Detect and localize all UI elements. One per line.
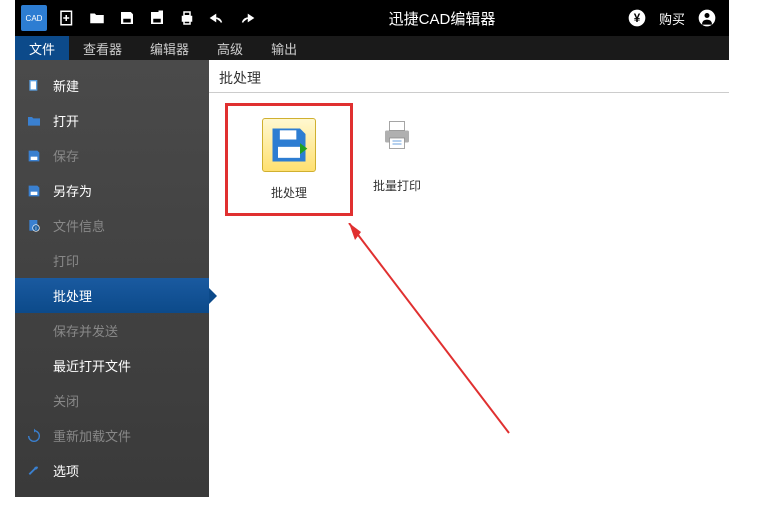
- redo-icon[interactable]: [233, 4, 261, 32]
- blank-icon: [25, 392, 43, 410]
- batch-save-icon: [262, 118, 316, 172]
- tabbar: 文件 查看器 编辑器 高级 输出: [15, 36, 729, 60]
- currency-icon[interactable]: ¥: [623, 4, 651, 32]
- sidebar-item-label: 关闭: [53, 391, 79, 410]
- user-icon[interactable]: [693, 4, 721, 32]
- sidebar-item-reload[interactable]: 重新加载文件: [15, 418, 209, 453]
- sidebar-item-label: 保存并发送: [53, 321, 118, 340]
- new-file-icon[interactable]: [53, 4, 81, 32]
- undo-icon[interactable]: [203, 4, 231, 32]
- sidebar-item-options[interactable]: 选项: [15, 453, 209, 488]
- sidebar-item-close[interactable]: 关闭: [15, 383, 209, 418]
- sidebar-item-label: 另存为: [53, 181, 92, 200]
- open-icon[interactable]: [83, 4, 111, 32]
- content-panel: 批处理 批处理 批量打印: [209, 60, 729, 497]
- content-title: 批处理: [209, 68, 729, 93]
- save-icon: [25, 147, 43, 165]
- quick-toolbar: [53, 4, 261, 32]
- sidebar: 新建 打开 保存 另存为 i 文件信息 打印: [15, 60, 209, 497]
- sidebar-item-recent[interactable]: 最近打开文件: [15, 348, 209, 383]
- wrench-icon: [25, 462, 43, 480]
- print-icon[interactable]: [173, 4, 201, 32]
- content-items: 批处理 批量打印: [209, 103, 729, 216]
- tab-editor[interactable]: 编辑器: [136, 36, 203, 60]
- sidebar-item-save-send[interactable]: 保存并发送: [15, 313, 209, 348]
- svg-text:i: i: [35, 226, 36, 232]
- file-info-icon: i: [25, 217, 43, 235]
- sidebar-item-label: 最近打开文件: [53, 356, 131, 375]
- save-as-icon: [25, 182, 43, 200]
- batch-print-icon: [379, 117, 415, 153]
- tab-advanced[interactable]: 高级: [203, 36, 257, 60]
- buy-link[interactable]: 购买: [659, 9, 685, 28]
- blank-icon: [25, 357, 43, 375]
- sidebar-item-new[interactable]: 新建: [15, 68, 209, 103]
- blank-icon: [25, 322, 43, 340]
- reload-icon: [25, 427, 43, 445]
- tab-file[interactable]: 文件: [15, 36, 69, 60]
- sidebar-item-open[interactable]: 打开: [15, 103, 209, 138]
- sidebar-item-batch[interactable]: 批处理: [15, 278, 209, 313]
- sidebar-item-file-info[interactable]: i 文件信息: [15, 208, 209, 243]
- blank-icon: [25, 252, 43, 270]
- batch-item[interactable]: 批处理: [225, 103, 353, 216]
- sidebar-item-print[interactable]: 打印: [15, 243, 209, 278]
- titlebar-right: ¥ 购买: [623, 4, 729, 32]
- sidebar-item-label: 打开: [53, 111, 79, 130]
- sidebar-item-label: 重新加载文件: [53, 426, 131, 445]
- blank-icon: [25, 287, 43, 305]
- titlebar: CAD 迅捷CAD编辑器 ¥ 购买: [15, 0, 729, 36]
- sidebar-item-save[interactable]: 保存: [15, 138, 209, 173]
- app-logo: CAD: [21, 5, 47, 31]
- file-new-icon: [25, 77, 43, 95]
- sidebar-item-label: 新建: [53, 76, 79, 95]
- sidebar-item-label: 保存: [53, 146, 79, 165]
- save-icon[interactable]: [113, 4, 141, 32]
- batch-print-item[interactable]: 批量打印: [373, 117, 421, 194]
- app-title: 迅捷CAD编辑器: [261, 8, 623, 29]
- tab-viewer[interactable]: 查看器: [69, 36, 136, 60]
- folder-open-icon: [25, 112, 43, 130]
- batch-item-label: 批处理: [244, 184, 334, 201]
- save-as-icon[interactable]: [143, 4, 171, 32]
- sidebar-item-label: 文件信息: [53, 216, 105, 235]
- sidebar-item-save-as[interactable]: 另存为: [15, 173, 209, 208]
- tab-output[interactable]: 输出: [257, 36, 311, 60]
- sidebar-item-label: 批处理: [53, 286, 92, 305]
- svg-text:¥: ¥: [634, 12, 641, 25]
- sidebar-item-label: 打印: [53, 251, 79, 270]
- sidebar-item-label: 选项: [53, 461, 79, 480]
- annotation-arrow: [339, 223, 539, 443]
- batch-print-label: 批量打印: [373, 177, 421, 194]
